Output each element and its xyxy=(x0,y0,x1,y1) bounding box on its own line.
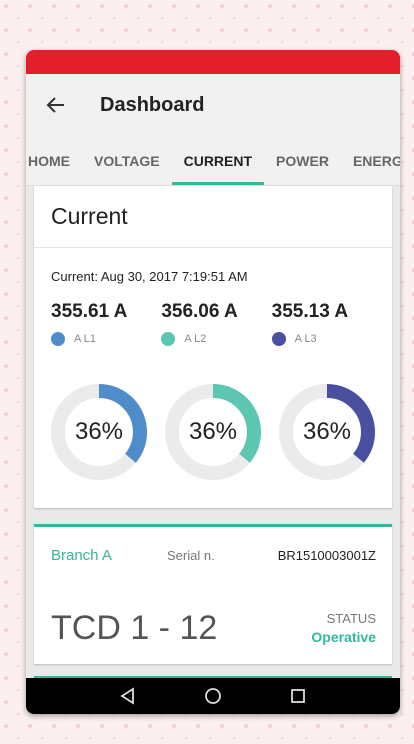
reading-value: 355.13 A xyxy=(271,301,349,322)
reading-l3: 355.13 A A L3 xyxy=(271,301,382,346)
legend-label: A L3 xyxy=(294,333,317,345)
status-badge: Operative xyxy=(311,629,376,645)
readings-row: 355.61 A A L1 356.06 A A L2 355.13 A A L… xyxy=(51,301,382,346)
branch-card[interactable]: Branch A Serial n. BR1510003001Z TCD 1 -… xyxy=(34,524,392,664)
current-card: Current Current: Aug 30, 2017 7:19:51 AM… xyxy=(34,186,392,508)
legend-item: A L1 xyxy=(51,332,161,346)
legend-label: A L1 xyxy=(74,333,97,345)
tab-voltage[interactable]: VOLTAGE xyxy=(82,136,172,185)
reading-l2: 356.06 A A L2 xyxy=(161,301,271,346)
serial-label: Serial n. xyxy=(167,548,215,563)
gauge-l1: 36% xyxy=(49,382,149,482)
legend-dot-icon xyxy=(161,332,176,346)
gauge-label: 36% xyxy=(188,418,238,445)
system-nav-bar xyxy=(26,678,400,714)
app-bar: Dashboard xyxy=(26,74,400,136)
reading-l1: 355.61 A A L1 xyxy=(51,301,161,346)
gauges-row: 36% 36% 36% xyxy=(49,382,391,482)
legend-label: A L2 xyxy=(184,333,207,345)
branch-row: Branch A Serial n. BR1510003001Z xyxy=(51,547,376,564)
legend-item: A L2 xyxy=(161,332,271,346)
nav-home-icon[interactable] xyxy=(200,683,226,709)
legend-item: A L3 xyxy=(271,332,382,346)
tab-home[interactable]: HOME xyxy=(26,136,82,185)
scroll-content[interactable]: Current Current: Aug 30, 2017 7:19:51 AM… xyxy=(26,186,400,678)
legend-dot-icon xyxy=(51,332,65,346)
current-card-title: Current xyxy=(34,186,392,248)
nav-back-icon[interactable] xyxy=(115,683,141,709)
serial-value: BR1510003001Z xyxy=(277,548,376,563)
gauge-label: 36% xyxy=(302,418,352,445)
nav-recents-icon[interactable] xyxy=(285,683,311,709)
phone-screen: Dashboard HOME VOLTAGE CURRENT POWER ENE… xyxy=(26,50,400,714)
status-label: STATUS xyxy=(326,611,376,626)
tab-power[interactable]: POWER xyxy=(264,136,341,185)
gauge-label: 36% xyxy=(74,418,124,445)
page-title: Dashboard xyxy=(100,93,205,116)
status-block: STATUS Operative xyxy=(311,611,376,645)
reading-value: 355.61 A xyxy=(51,301,128,322)
legend-dot-icon xyxy=(271,332,286,346)
gauge-l2: 36% xyxy=(163,382,263,482)
status-bar xyxy=(26,50,400,74)
arrow-back-icon[interactable] xyxy=(44,93,68,117)
tab-current[interactable]: CURRENT xyxy=(171,136,265,185)
timestamp: Current: Aug 30, 2017 7:19:51 AM xyxy=(51,269,248,284)
reading-value: 356.06 A xyxy=(161,301,238,322)
branch-name: Branch A xyxy=(51,547,112,564)
tab-bar: HOME VOLTAGE CURRENT POWER ENERGY xyxy=(26,136,400,186)
device-name: TCD 1 - 12 xyxy=(51,609,218,647)
tab-energy[interactable]: ENERGY xyxy=(341,136,400,185)
gauge-l3: 36% xyxy=(277,382,377,482)
